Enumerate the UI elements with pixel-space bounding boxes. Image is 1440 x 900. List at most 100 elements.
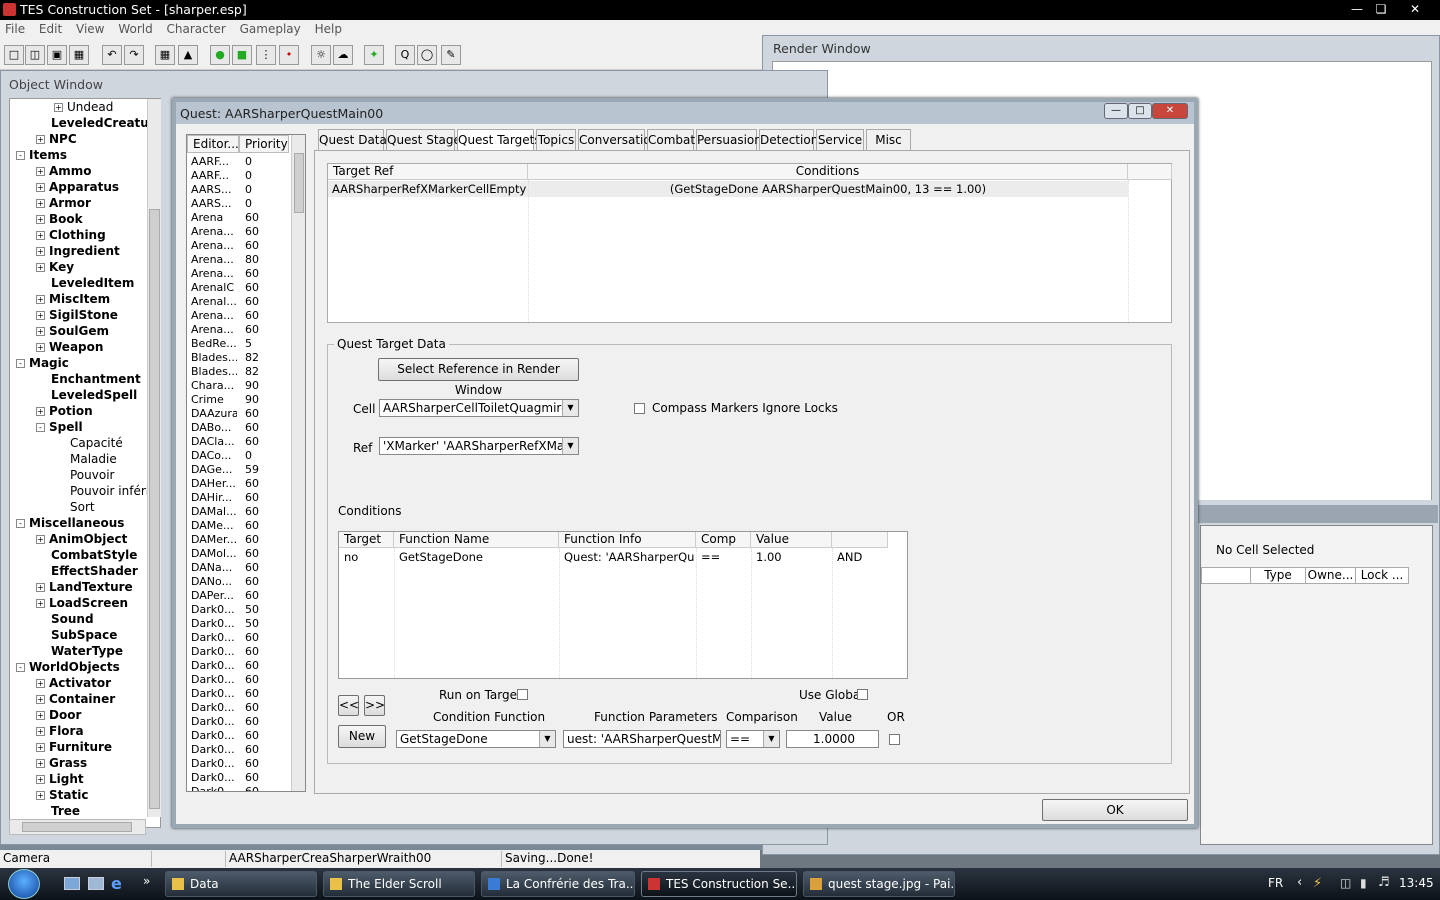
quest-close-button[interactable]: ✕	[1152, 103, 1188, 119]
list-item-editor-id[interactable]: Dark0...	[191, 631, 237, 645]
list-item-editor-id[interactable]: Dark0...	[191, 617, 237, 631]
collision-icon[interactable]: •	[279, 45, 299, 65]
tree-item[interactable]: + Container	[36, 692, 115, 708]
list-col-editor[interactable]: Editor...	[187, 135, 239, 153]
list-item-editor-id[interactable]: Arena...	[191, 267, 237, 281]
list-scrollbar[interactable]	[291, 135, 305, 791]
list-item-priority[interactable]: 60	[245, 561, 259, 575]
clock[interactable]: 13:45	[1399, 876, 1434, 890]
tray-expand-icon[interactable]: ‹	[1297, 875, 1302, 890]
quest-minimize-button[interactable]: —	[1104, 103, 1128, 119]
grid-icon[interactable]: ▦	[155, 45, 175, 65]
tree-item[interactable]: + SigilStone	[36, 308, 118, 324]
tree-item[interactable]: + LoadScreen	[36, 596, 128, 612]
tree-item[interactable]: Tree	[36, 804, 80, 820]
tree-item[interactable]: + Grass	[36, 756, 87, 772]
list-item-editor-id[interactable]: DAMol...	[191, 547, 237, 561]
list-item-editor-id[interactable]: Dark0...	[191, 757, 237, 771]
expand-icon[interactable]: +	[36, 183, 45, 192]
tree-item[interactable]: + Light	[36, 772, 84, 788]
tree-item[interactable]: EffectShader	[36, 564, 138, 580]
cond-col-header[interactable]: Value	[751, 532, 832, 548]
close-button[interactable]: ✕	[1404, 1, 1426, 18]
list-item-priority[interactable]: 60	[245, 309, 259, 323]
expand-icon[interactable]: +	[36, 743, 45, 752]
comparison-combo[interactable]: == ▼	[726, 730, 780, 748]
tree-item[interactable]: - WorldObjects	[16, 660, 120, 676]
list-item-priority[interactable]: 82	[245, 365, 259, 379]
list-item-priority[interactable]: 0	[245, 197, 252, 211]
tree-item[interactable]: Sort	[54, 500, 95, 516]
menu-help[interactable]: Help	[310, 20, 347, 38]
prev-condition-button[interactable]: <<	[338, 695, 359, 716]
tree-item[interactable]: + Ammo	[36, 164, 92, 180]
tab-conversation[interactable]: Conversation	[578, 129, 658, 151]
tree-item[interactable]: + Armor	[36, 196, 91, 212]
power-icon[interactable]: ▮	[1360, 876, 1367, 890]
list-item-editor-id[interactable]: Dark0...	[191, 771, 237, 785]
col-lock[interactable]: Lock ...	[1356, 568, 1408, 583]
new-condition-button[interactable]: New	[338, 725, 386, 748]
list-item-editor-id[interactable]: Chara...	[191, 379, 237, 393]
list-item-editor-id[interactable]: DAGe...	[191, 463, 237, 477]
list-item-editor-id[interactable]: DAMer...	[191, 533, 237, 547]
tab-quest-data[interactable]: Quest Data	[318, 129, 387, 151]
list-item-editor-id[interactable]: BedRe...	[191, 337, 237, 351]
list-item-editor-id[interactable]: Dark0...	[191, 603, 237, 617]
expand-icon[interactable]: +	[36, 135, 45, 144]
list-item-editor-id[interactable]: Dark0...	[191, 743, 237, 757]
list-item-editor-id[interactable]: Arena...	[191, 253, 237, 267]
collapse-icon[interactable]: -	[16, 519, 25, 528]
expand-icon[interactable]: +	[36, 695, 45, 704]
sky-icon[interactable]: ☁	[333, 45, 353, 65]
expand-icon[interactable]: +	[36, 791, 45, 800]
list-item-editor-id[interactable]: Crime	[191, 393, 237, 407]
list-item-priority[interactable]: 60	[245, 701, 259, 715]
list-item-priority[interactable]: 0	[245, 169, 252, 183]
tree-item[interactable]: Sound	[36, 612, 94, 628]
tree-item[interactable]: - Spell	[36, 420, 83, 436]
tree-item[interactable]: + Undead	[54, 100, 113, 116]
open-icon[interactable]: ◫	[25, 45, 45, 65]
expand-icon[interactable]: +	[36, 231, 45, 240]
list-item-priority[interactable]: 60	[245, 323, 259, 337]
world-icon[interactable]: ■	[232, 45, 252, 65]
tree-item[interactable]: + Furniture	[36, 740, 112, 756]
volume-icon[interactable]: ♬	[1378, 875, 1390, 890]
expand-icon[interactable]: +	[36, 759, 45, 768]
list-item-editor-id[interactable]: Dark0...	[191, 715, 237, 729]
use-global-checkbox[interactable]	[857, 689, 868, 700]
function-parameters-field[interactable]: uest: 'AARSharperQuestMain00',	[563, 730, 721, 748]
language-indicator[interactable]: FR	[1268, 876, 1283, 890]
menu-gameplay[interactable]: Gameplay	[235, 20, 306, 38]
list-item-priority[interactable]: 60	[245, 673, 259, 687]
quest-maximize-button[interactable]: □	[1128, 103, 1152, 119]
taskbar-button[interactable]: quest stage.jpg - Pai...	[803, 871, 955, 897]
list-item-editor-id[interactable]: AARS...	[191, 197, 237, 211]
targets-grid[interactable]: Target Ref Conditions AARSharperRefXMark…	[327, 163, 1172, 323]
list-item-editor-id[interactable]: Dark0...	[191, 701, 237, 715]
list-item-editor-id[interactable]: Dark0...	[191, 673, 237, 687]
tree-item[interactable]: + Key	[36, 260, 74, 276]
tree-item[interactable]: Maladie	[54, 452, 117, 468]
list-item-editor-id[interactable]: DABo...	[191, 421, 237, 435]
list-item-priority[interactable]: 90	[245, 379, 259, 393]
pencil-icon[interactable]: ✎	[441, 45, 461, 65]
light-icon[interactable]: ☼	[311, 45, 331, 65]
list-item-priority[interactable]: 60	[245, 533, 259, 547]
list-scroll-thumb[interactable]	[294, 153, 304, 213]
list-item-priority[interactable]: 59	[245, 463, 259, 477]
start-button[interactable]	[8, 869, 40, 899]
tree-item[interactable]: - Items	[16, 148, 67, 164]
tree-item[interactable]: WaterType	[36, 644, 123, 660]
cond-cell[interactable]: no	[344, 550, 393, 565]
next-condition-button[interactable]: >>	[364, 695, 385, 716]
chevron-down-icon[interactable]: ▼	[562, 400, 578, 416]
markers-icon[interactable]: ⋮	[256, 45, 276, 65]
chevron-down-icon[interactable]: ▼	[763, 731, 779, 747]
conditions-grid[interactable]: Target Function Name Function Info Comp Valu…	[338, 531, 908, 679]
list-item-editor-id[interactable]: DANa...	[191, 561, 237, 575]
snap-icon[interactable]: ▲	[178, 45, 198, 65]
tree-item[interactable]: + MiscItem	[36, 292, 110, 308]
list-item-priority[interactable]: 60	[245, 267, 259, 281]
